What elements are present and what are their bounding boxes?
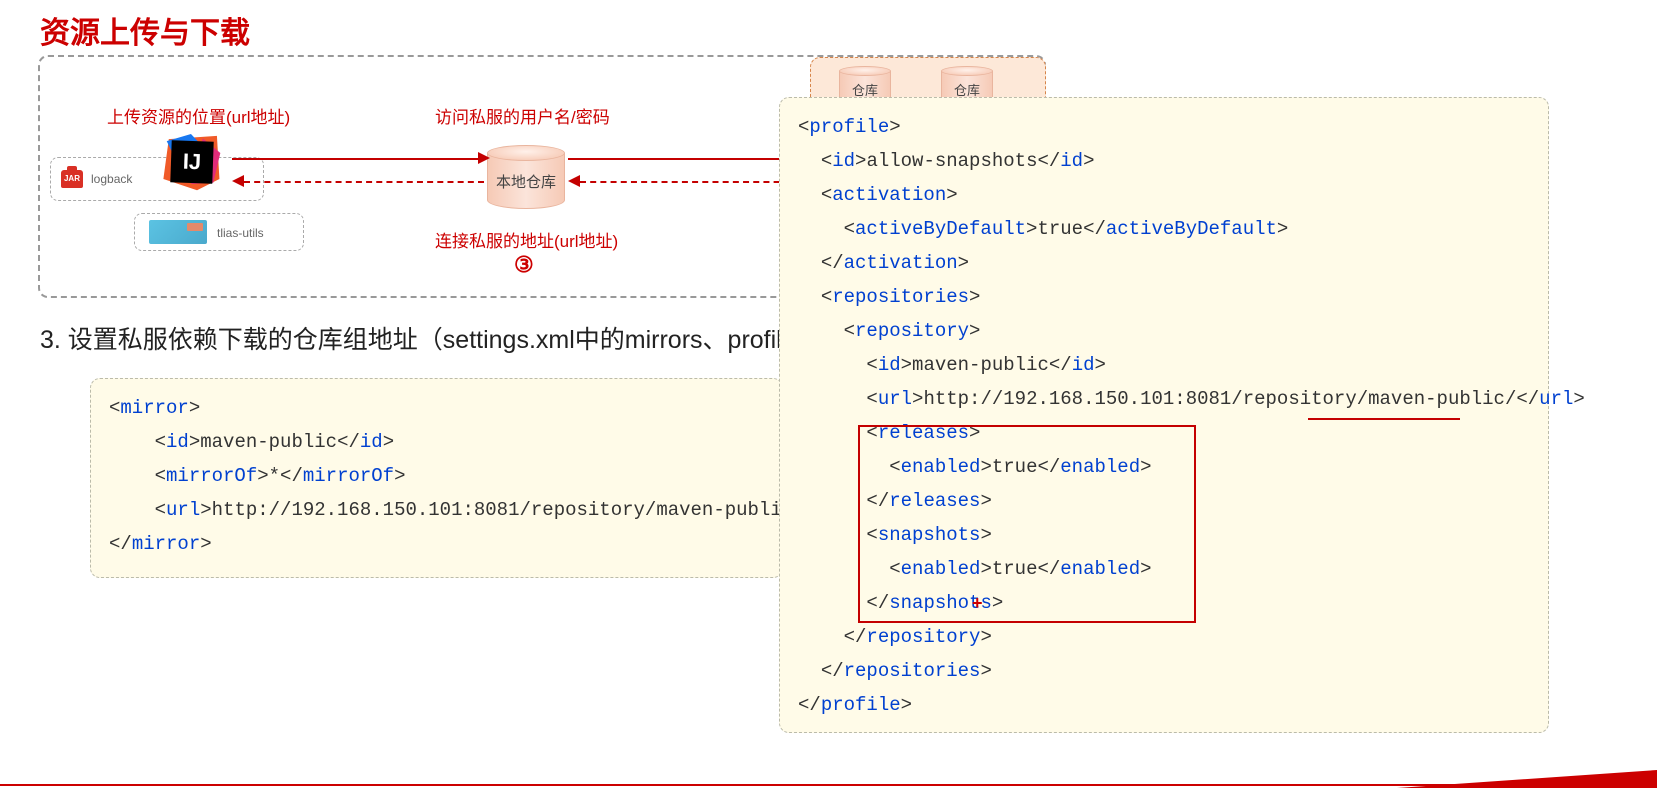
arrow-line [232,158,480,160]
util-group: tlias-utils [134,213,304,251]
arrow-dashed-line [244,181,484,183]
arrow-right-icon [478,152,490,164]
step-number-icon: ③ [514,252,534,278]
arrow-dashed-line [580,181,800,183]
jar-icon: JAR [61,170,83,188]
bottom-red-triangle [1397,770,1657,788]
auth-label: 访问私服的用户名/密码 [435,103,610,128]
plus-marker: + [972,593,983,614]
local-repo-db-icon: 本地仓库 [487,145,565,209]
mirror-code-block: <mirror> <id>maven-public</id> <mirrorOf… [90,378,783,578]
upload-label: 上传资源的位置(url地址) [107,103,290,128]
arrow-line [568,158,798,160]
arrow-left-icon [232,175,244,187]
jar-label: logback [91,172,132,186]
local-repo-label: 本地仓库 [487,171,565,192]
page-title: 资源上传与下载 [40,8,250,52]
arrow-left-icon [568,175,580,187]
intellij-icon: IJ [161,131,223,193]
underline [1308,418,1460,420]
profile-code-block: <profile> <id>allow-snapshots</id> <acti… [779,97,1549,733]
folder-icon [149,220,207,244]
step-heading: 3. 设置私服依赖下载的仓库组地址（settings.xml中的mirrors、… [40,320,908,356]
util-label: tlias-utils [217,226,264,240]
connect-label: 连接私服的地址(url地址) [435,227,618,252]
